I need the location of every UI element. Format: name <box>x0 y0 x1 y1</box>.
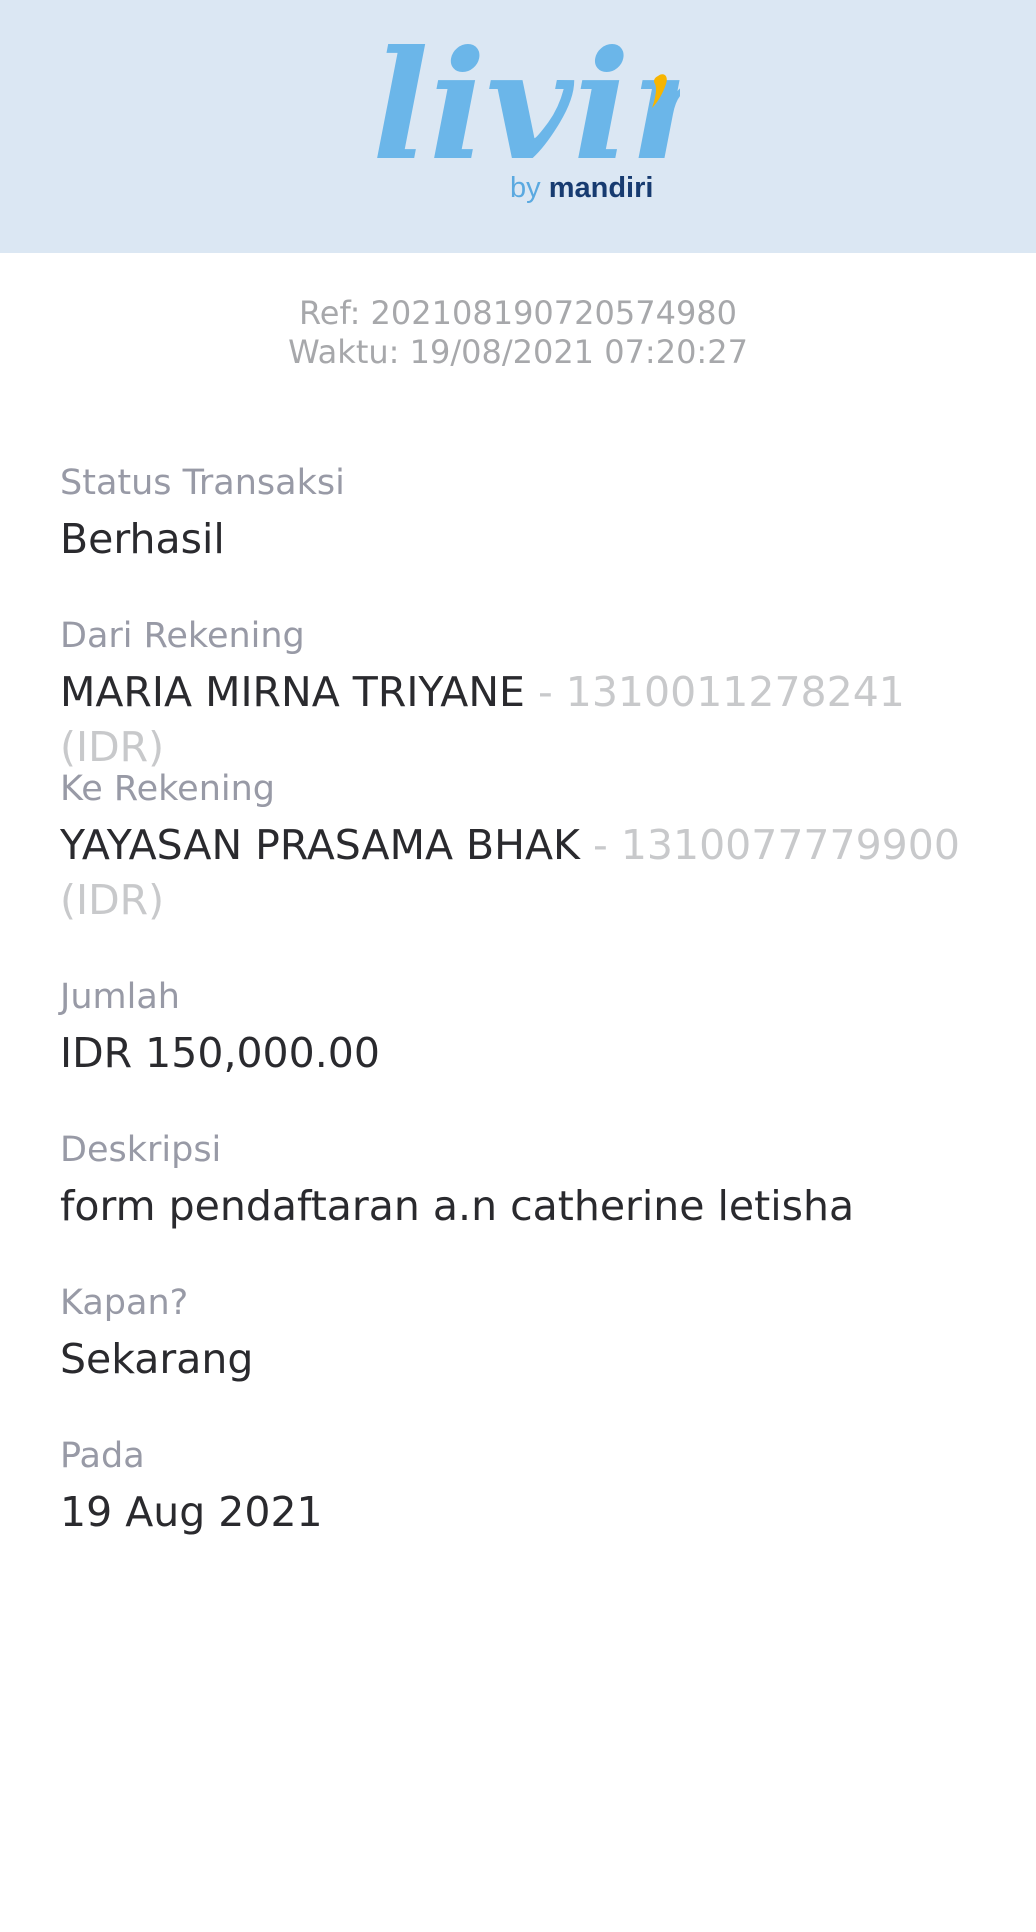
field-value: YAYASAN PRASAMA BHAK - 1310077779900 (ID… <box>60 818 960 928</box>
header-banner: livin' by mandiri <box>0 0 1036 253</box>
tagline-brand: mandiri <box>548 172 654 204</box>
field-label: Ke Rekening <box>60 769 276 809</box>
tagline-by: by <box>510 172 541 204</box>
account-holder-name: YAYASAN PRASAMA BHAK <box>60 821 580 869</box>
field-label: Dari Rekening <box>60 616 305 656</box>
field-label: Jumlah <box>60 977 180 1017</box>
field-on-date: Pada 19 Aug 2021 <box>60 1433 960 1586</box>
field-value: MARIA MIRNA TRIYANE - 1310011278241 (IDR… <box>60 665 960 775</box>
field-to-account: Ke Rekening YAYASAN PRASAMA BHAK - 13100… <box>60 766 960 974</box>
receipt-reference: Ref: 202108190720574980 Waktu: 19/08/202… <box>0 294 1036 372</box>
field-label: Pada <box>60 1436 145 1476</box>
ref-number: Ref: 202108190720574980 <box>298 294 738 332</box>
field-when: Kapan? Sekarang <box>60 1280 960 1433</box>
field-description: Deskripsi form pendaftaran a.n catherine… <box>60 1127 960 1280</box>
field-status: Status Transaksi Berhasil <box>60 460 960 613</box>
field-value: IDR 150,000.00 <box>60 1029 380 1077</box>
field-value: Berhasil <box>60 515 225 563</box>
field-value: form pendaftaran a.n catherine letisha <box>60 1182 855 1230</box>
transaction-time: Waktu: 19/08/2021 07:20:27 <box>288 333 748 371</box>
field-value: 19 Aug 2021 <box>60 1488 323 1536</box>
logo-wordmark: livin' <box>372 30 680 194</box>
field-from-account: Dari Rekening MARIA MIRNA TRIYANE - 1310… <box>60 613 960 771</box>
field-amount: Jumlah IDR 150,000.00 <box>60 974 960 1127</box>
account-holder-name: MARIA MIRNA TRIYANE <box>60 668 525 716</box>
field-label: Deskripsi <box>60 1130 222 1170</box>
field-label: Status Transaksi <box>60 463 345 503</box>
field-label: Kapan? <box>60 1283 189 1323</box>
field-value: Sekarang <box>60 1335 254 1383</box>
livin-logo: livin' by mandiri <box>360 30 680 220</box>
logo-tagline: by mandiri <box>510 172 653 205</box>
transaction-details: Status Transaksi Berhasil Dari Rekening … <box>60 460 960 1586</box>
